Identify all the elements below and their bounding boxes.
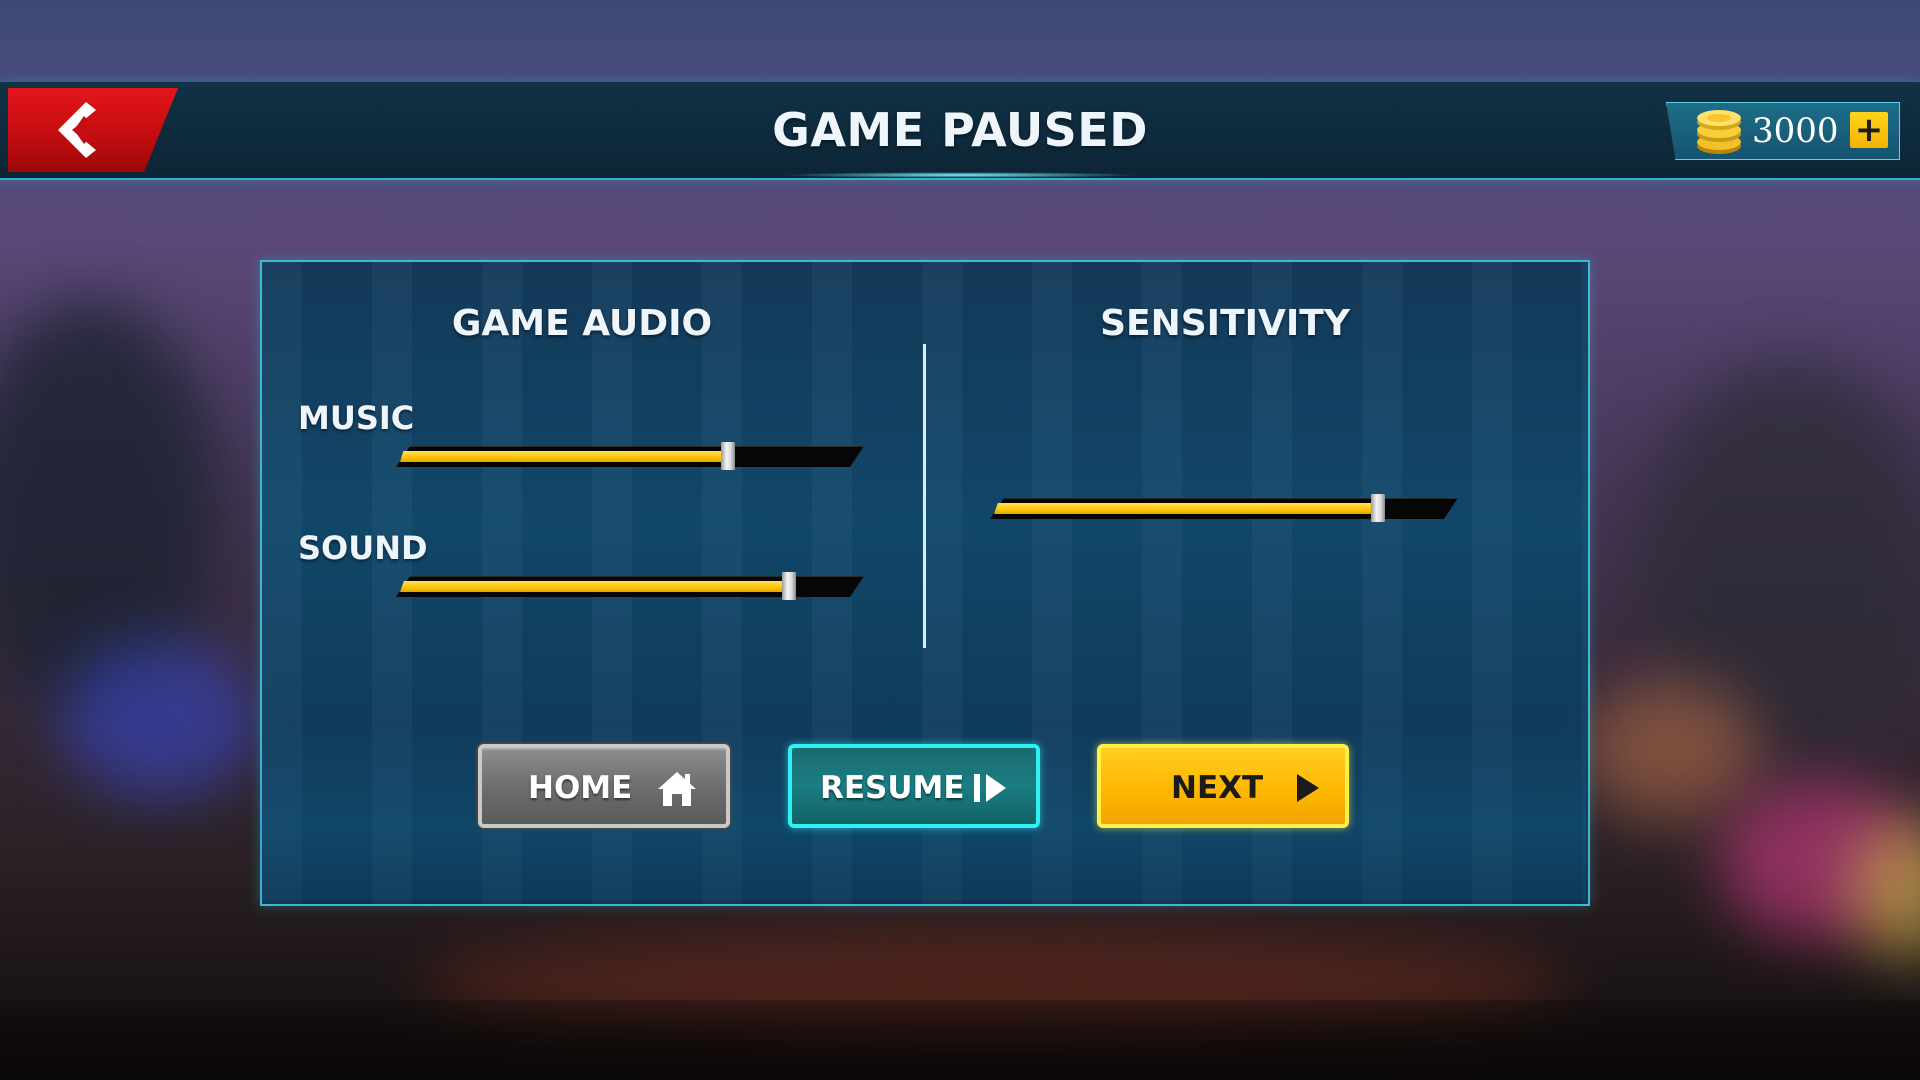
next-button[interactable]: NEXT — [1097, 744, 1349, 828]
home-button-label: HOME — [528, 770, 633, 806]
background-neon-blue — [60, 640, 260, 800]
sensitivity-slider-fill — [994, 503, 1378, 514]
music-slider-thumb[interactable] — [721, 442, 735, 470]
play-icon — [1297, 774, 1319, 802]
background-building-glow — [1580, 680, 1760, 820]
sound-label: SOUND — [298, 529, 428, 567]
sound-slider[interactable] — [396, 572, 864, 600]
section-divider — [923, 344, 926, 648]
resume-button-label: RESUME — [820, 770, 965, 806]
home-button[interactable]: HOME — [478, 744, 730, 828]
sensitivity-slider-thumb[interactable] — [1371, 494, 1385, 522]
sensitivity-slider[interactable] — [990, 494, 1458, 522]
game-audio-title: GAME AUDIO — [451, 303, 713, 344]
next-button-label: NEXT — [1171, 770, 1264, 806]
resume-button[interactable]: RESUME — [788, 744, 1040, 828]
coin-count: 3000 — [1752, 111, 1839, 151]
music-slider[interactable] — [396, 442, 864, 470]
music-slider-fill — [400, 451, 728, 462]
sound-slider-thumb[interactable] — [782, 572, 796, 600]
coin-stack-icon — [1697, 110, 1741, 154]
add-coins-button[interactable]: + — [1850, 112, 1888, 148]
top-bar-glow — [780, 172, 1140, 178]
sensitivity-title: SENSITIVITY — [1100, 303, 1350, 344]
page-title: GAME PAUSED — [772, 103, 1148, 157]
game-pause-screen: GAME PAUSED 3000 + GAME AUDIO SENSITIVIT… — [0, 0, 1920, 1080]
home-icon — [658, 772, 696, 806]
resume-icon — [974, 774, 1006, 802]
back-arrow-icon — [58, 102, 96, 158]
music-label: MUSIC — [298, 399, 415, 437]
background-ground — [0, 1000, 1920, 1080]
sound-slider-fill — [400, 581, 789, 592]
